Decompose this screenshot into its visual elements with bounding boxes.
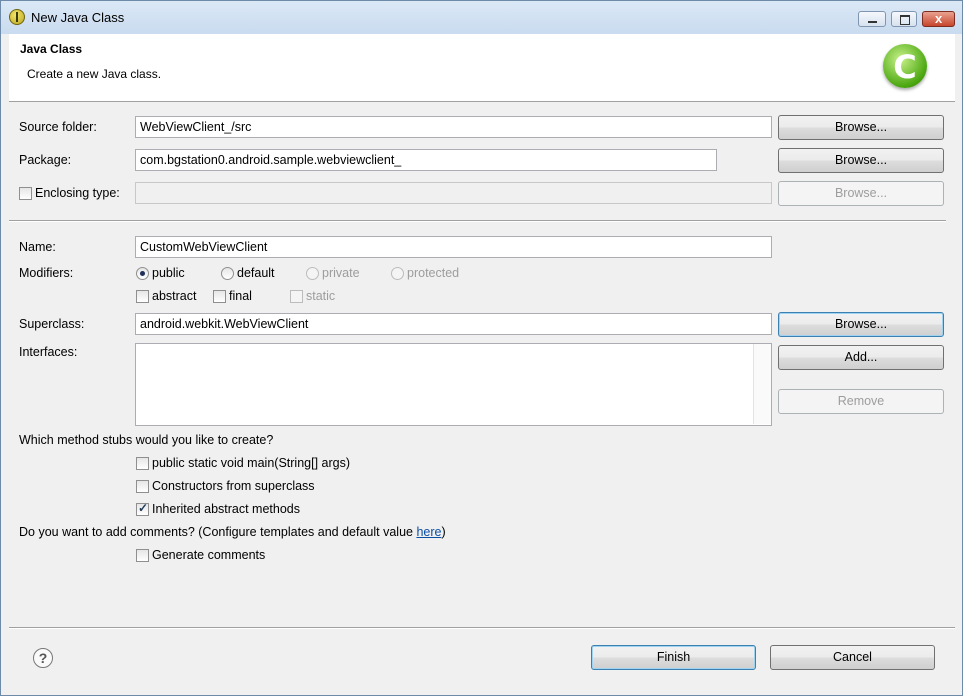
main-method-label: public static void main(String[] args)	[152, 456, 350, 470]
header-title: Java Class	[20, 42, 83, 56]
static-checkbox	[290, 290, 303, 303]
source-folder-browse-button[interactable]: Browse...	[778, 115, 944, 140]
default-label: default	[237, 266, 275, 280]
comments-question-text: Do you want to add comments? (Configure …	[19, 525, 417, 539]
constructors-checkbox[interactable]	[136, 480, 149, 493]
enclosing-type-checkbox[interactable]	[19, 187, 32, 200]
abstract-checkbox[interactable]	[136, 290, 149, 303]
wizard-header: Java Class Create a new Java class. C	[9, 34, 955, 102]
class-icon-glyph: C	[893, 48, 917, 86]
minimize-icon	[868, 21, 877, 23]
method-stubs-question: Which method stubs would you like to cre…	[19, 433, 274, 447]
protected-label: protected	[407, 266, 460, 280]
protected-radio	[391, 267, 404, 280]
default-radio[interactable]	[221, 267, 234, 280]
private-label: private	[322, 266, 360, 280]
title-bar[interactable]: New Java Class x	[1, 1, 962, 34]
remove-interface-button: Remove	[778, 389, 944, 414]
interfaces-label: Interfaces:	[19, 345, 78, 359]
modifiers-label: Modifiers:	[19, 266, 74, 280]
private-radio	[306, 267, 319, 280]
inherited-abstract-checkbox[interactable]	[136, 501, 149, 516]
interfaces-scrollbar[interactable]	[753, 344, 771, 424]
configure-templates-link[interactable]: here	[416, 525, 441, 539]
package-input[interactable]: com.bgstation0.android.sample.webviewcli…	[135, 149, 717, 171]
finish-button[interactable]: Finish	[591, 645, 756, 670]
enclosing-type-browse-button: Browse...	[778, 181, 944, 206]
cancel-button[interactable]: Cancel	[770, 645, 935, 670]
source-folder-label: Source folder:	[19, 120, 97, 134]
maximize-icon	[900, 15, 910, 25]
inherited-abstract-label: Inherited abstract methods	[152, 502, 300, 516]
superclass-input[interactable]: android.webkit.WebViewClient	[135, 313, 772, 335]
eclipse-icon	[9, 9, 25, 25]
comments-question-suffix: )	[441, 525, 446, 539]
header-description: Create a new Java class.	[27, 67, 162, 81]
window-title: New Java Class	[31, 10, 125, 25]
footer-separator	[9, 627, 955, 629]
close-icon: x	[935, 11, 943, 26]
main-method-checkbox[interactable]	[136, 457, 149, 470]
source-folder-input[interactable]: WebViewClient_/src	[135, 116, 772, 138]
comments-question: Do you want to add comments? (Configure …	[19, 525, 446, 539]
public-radio[interactable]	[136, 267, 149, 280]
minimize-button[interactable]	[858, 11, 886, 27]
final-checkbox[interactable]	[213, 290, 226, 303]
final-label: final	[229, 289, 252, 303]
abstract-label: abstract	[152, 289, 197, 303]
generate-comments-label: Generate comments	[152, 548, 266, 562]
new-java-class-dialog: New Java Class x Java Class Create a new…	[0, 0, 963, 696]
help-icon[interactable]: ?	[33, 648, 53, 668]
section-separator	[9, 220, 946, 222]
close-button[interactable]: x	[922, 11, 955, 27]
generate-comments-checkbox[interactable]	[136, 549, 149, 562]
java-class-icon: C	[883, 44, 927, 88]
package-browse-button[interactable]: Browse...	[778, 148, 944, 173]
enclosing-type-input	[135, 182, 772, 204]
interfaces-list[interactable]	[135, 343, 772, 426]
add-interface-button[interactable]: Add...	[778, 345, 944, 370]
class-name-input[interactable]: CustomWebViewClient	[135, 236, 772, 258]
superclass-browse-button[interactable]: Browse...	[778, 312, 944, 337]
public-label: public	[152, 266, 185, 280]
enclosing-type-label: Enclosing type:	[35, 186, 120, 200]
wizard-content: Source folder: WebViewClient_/src Browse…	[9, 102, 955, 627]
static-label: static	[306, 289, 336, 303]
name-label: Name:	[19, 240, 56, 254]
package-label: Package:	[19, 153, 72, 167]
maximize-button[interactable]	[891, 11, 917, 27]
constructors-label: Constructors from superclass	[152, 479, 315, 493]
superclass-label: Superclass:	[19, 317, 85, 331]
